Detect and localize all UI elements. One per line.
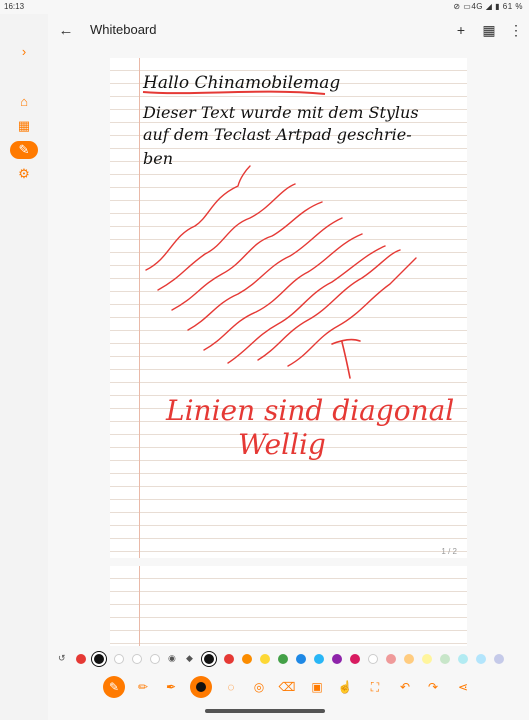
sidebar: › ⌂ ▦ ✎ ⚙ (0, 14, 48, 720)
more-vert-icon[interactable]: ⋮ (507, 21, 525, 39)
settings-image-icon[interactable]: ⚙ (10, 165, 38, 183)
color-swatch-black[interactable] (204, 654, 214, 664)
color-swatch-white[interactable] (132, 654, 142, 664)
color-swatch-light-yellow[interactable] (422, 654, 432, 664)
ruled-lines-2 (110, 566, 467, 646)
palette-icon[interactable]: ◉ (168, 653, 176, 664)
gesture-home-bar[interactable] (205, 709, 325, 713)
back-arrow-icon[interactable]: ← (56, 20, 76, 40)
status-indicators: ⊘ ▭4G ◢ ▮ 61 % (453, 2, 523, 11)
underline-stroke (142, 90, 326, 95)
whiteboard-page-2[interactable] (110, 566, 467, 646)
margin-line-2 (139, 566, 140, 646)
color-swatch-light-red[interactable] (386, 654, 396, 664)
drawing-toolbar: ✎ ✏ ✒ ◌ ◎ ⌫ ▣ ☝ ⛶ ↶ ↷ ⋖ (100, 674, 480, 700)
color-swatch-light-blue[interactable] (314, 654, 324, 664)
handwriting-line-2: Dieser Text wurde mit dem Stylus (142, 103, 419, 122)
ink-layer: Hallo Chinamobilemag Dieser Text wurde m… (142, 73, 454, 461)
grid-icon[interactable]: ▦ (480, 21, 498, 39)
handwriting-line-6: Wellig (238, 428, 326, 461)
eraser-icon[interactable]: ⌫ (276, 676, 298, 698)
share-icon[interactable]: ⋖ (452, 676, 474, 698)
arrow-stroke (331, 338, 361, 379)
handwriting-line-5: Linien sind diagonal (165, 394, 454, 427)
undo-icon[interactable]: ↶ (394, 676, 416, 698)
color-swatch-lavender[interactable] (494, 654, 504, 664)
marker-icon[interactable]: ✒ (160, 676, 182, 698)
touch-icon[interactable]: ☝ (334, 676, 356, 698)
diagonal-wavy-lines (145, 165, 417, 367)
whiteboard-page-1[interactable]: Hallo Chinamobilemag Dieser Text wurde m… (110, 58, 467, 558)
color-swatch-purple[interactable] (332, 654, 342, 664)
redo-icon[interactable]: ↷ (422, 676, 444, 698)
dashboard-icon[interactable]: ▦ (10, 117, 38, 135)
image-icon[interactable]: ▣ (306, 676, 328, 698)
color-swatch-yellow[interactable] (260, 654, 270, 664)
color-swatch-green[interactable] (278, 654, 288, 664)
home-icon[interactable]: ⌂ (10, 92, 38, 110)
color-swatch-red[interactable] (76, 654, 86, 664)
shape-icon[interactable]: ◎ (248, 676, 270, 698)
color-swatch-white[interactable] (368, 654, 378, 664)
status-bar: 16:13 ⊘ ▭4G ◢ ▮ 61 % (0, 0, 529, 14)
color-swatch-black-selected[interactable] (94, 654, 104, 664)
color-swatch-orange[interactable] (242, 654, 252, 664)
page-number: 1 / 2 (441, 547, 457, 556)
color-palette: ↺ ◉ ◆ (52, 652, 529, 668)
handwriting-line-3: auf dem Teclast Artpad geschrie- (143, 125, 412, 144)
color-swatch-light-blue-2[interactable] (476, 654, 486, 664)
pen-icon[interactable]: ✎ (103, 676, 125, 698)
color-swatch-light-green[interactable] (440, 654, 450, 664)
history-icon[interactable]: ↺ (58, 653, 66, 664)
edit-note-icon[interactable]: ✎ (10, 141, 38, 159)
pencil-icon[interactable]: ✏ (132, 676, 154, 698)
brush-color-icon[interactable] (190, 676, 212, 698)
chevron-right-icon[interactable]: › (10, 42, 38, 60)
color-swatch-red[interactable] (224, 654, 234, 664)
lasso-icon[interactable]: ◌ (220, 676, 242, 698)
fit-screen-icon[interactable]: ⛶ (364, 676, 386, 698)
app-root: 16:13 ⊘ ▭4G ◢ ▮ 61 % › ⌂ ▦ ✎ ⚙ ← Whitebo… (0, 0, 529, 720)
handwriting-line-1: Hallo Chinamobilemag (142, 73, 340, 93)
color-swatch-blue[interactable] (296, 654, 306, 664)
status-time: 16:13 (4, 2, 25, 11)
opacity-drop-icon[interactable]: ◆ (186, 653, 193, 664)
add-icon[interactable]: + (452, 21, 470, 39)
color-swatch-white[interactable] (114, 654, 124, 664)
top-bar: ← Whiteboard + ▦ ⋮ (48, 14, 529, 48)
color-swatch-light-cyan[interactable] (458, 654, 468, 664)
color-swatch-white[interactable] (150, 654, 160, 664)
handwriting-line-4: ben (143, 149, 173, 168)
color-swatch-light-orange[interactable] (404, 654, 414, 664)
color-swatch-pink[interactable] (350, 654, 360, 664)
page-title: Whiteboard (90, 22, 157, 37)
